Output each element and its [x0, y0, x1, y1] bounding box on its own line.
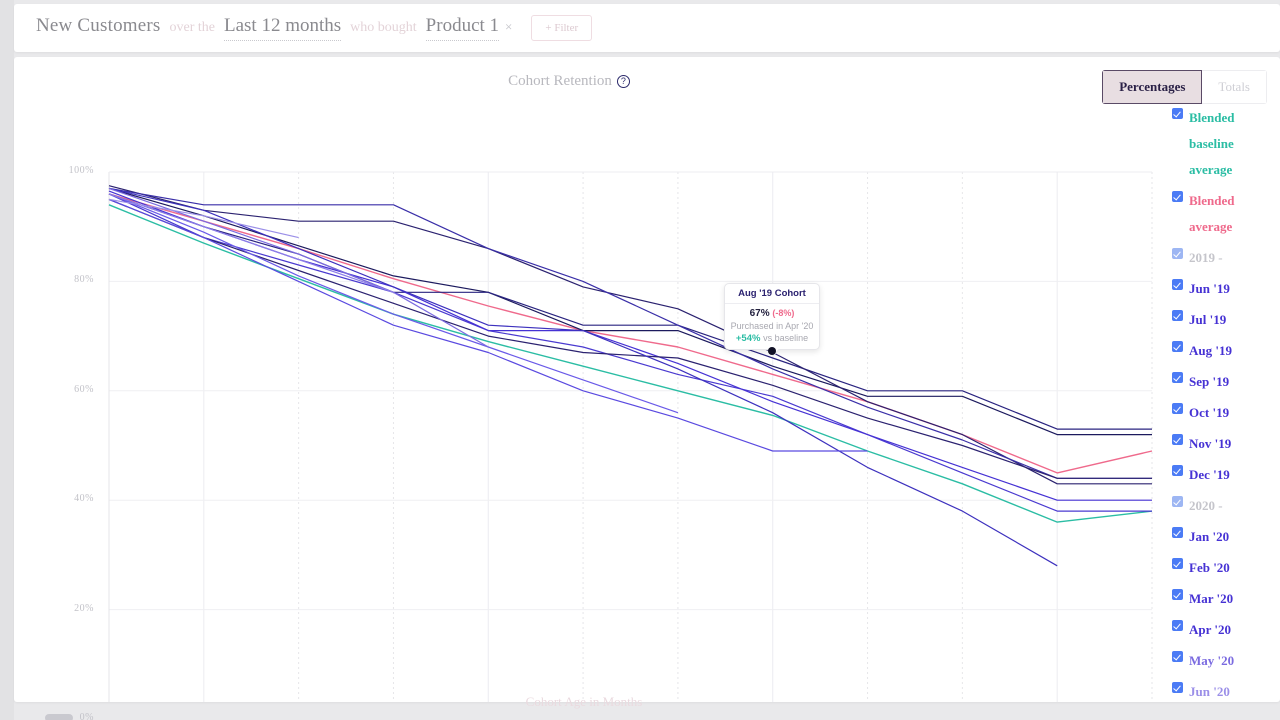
legend-label: Mar '20 — [1189, 591, 1234, 606]
legend-item-dec-19[interactable]: Dec '19 — [1172, 462, 1280, 488]
legend-label: Aug '19 — [1189, 343, 1232, 358]
tooltip-baseline-row: +54% vs baseline — [728, 333, 816, 344]
legend-checkbox[interactable] — [1172, 434, 1183, 445]
legend-label: May '20 — [1189, 653, 1235, 668]
legend-label: Sep '19 — [1189, 374, 1230, 389]
tooltip-value: 67% — [749, 308, 770, 319]
tooltip-value-row: 67% (-8%) — [728, 308, 816, 319]
x-axis-title: Cohort Age in Months — [525, 694, 643, 709]
legend-checkbox[interactable] — [1172, 558, 1183, 569]
legend-item-oct-19[interactable]: Oct '19 — [1172, 400, 1280, 426]
legend-checkbox[interactable] — [1172, 108, 1183, 119]
left-rail — [0, 0, 14, 720]
y-axis-tick: 100% — [68, 165, 94, 176]
legend-label: Oct '19 — [1189, 405, 1230, 420]
legend-item-2019[interactable]: 2019 - — [1172, 245, 1280, 271]
legend-label: 2019 - — [1189, 250, 1223, 265]
legend-checkbox[interactable] — [1172, 527, 1183, 538]
tooltip-anchor-dot — [768, 347, 776, 355]
legend-item-may-20[interactable]: May '20 — [1172, 648, 1280, 674]
legend-label: Jun '19 — [1189, 281, 1230, 296]
legend-label: Jul '19 — [1189, 312, 1227, 327]
y-axis-tick: 60% — [74, 383, 94, 395]
legend-label: Apr '20 — [1189, 622, 1232, 637]
legend-checkbox[interactable] — [1172, 620, 1183, 631]
legend-item-sep-19[interactable]: Sep '19 — [1172, 369, 1280, 395]
query-connector-2: who bought — [350, 20, 417, 35]
legend-item-jan-20[interactable]: Jan '20 — [1172, 524, 1280, 550]
remove-product-icon[interactable]: × — [505, 19, 512, 35]
legend-checkbox[interactable] — [1172, 310, 1183, 321]
legend-item-feb-20[interactable]: Feb '20 — [1172, 555, 1280, 581]
y-axis-tick: 40% — [74, 493, 94, 505]
legend-item-aug-19[interactable]: Aug '19 — [1172, 338, 1280, 364]
legend-item-blended-baseline-average[interactable]: Blended baseline average — [1172, 105, 1280, 183]
app-root: New Customers over the Last 12 months wh… — [0, 0, 1280, 720]
legend-checkbox[interactable] — [1172, 682, 1183, 693]
legend-item-jun-20[interactable]: Jun '20 — [1172, 679, 1280, 705]
legend-label: Feb '20 — [1189, 560, 1230, 575]
tooltip-baseline-suffix: vs baseline — [763, 333, 809, 343]
add-filter-button[interactable]: + Filter — [531, 15, 593, 41]
legend-checkbox[interactable] — [1172, 403, 1183, 414]
legend-item-nov-19[interactable]: Nov '19 — [1172, 431, 1280, 457]
legend-label: Jun '20 — [1189, 684, 1230, 699]
tooltip-baseline-delta: +54% — [735, 333, 761, 344]
chart-card: Cohort Retention? Percentages Totals 0% 2… — [14, 57, 1280, 720]
legend-checkbox[interactable] — [1172, 589, 1183, 600]
legend-item-blended-average[interactable]: Blended average — [1172, 188, 1280, 240]
y-axis-tick: 80% — [74, 274, 94, 286]
chart-legend: Blended baseline average Blended average 2… — [1172, 105, 1280, 710]
tooltip-title: Aug '19 Cohort — [725, 284, 819, 304]
query-connector-1: over the — [169, 20, 215, 35]
cohort-tooltip: Aug '19 Cohort 67% (-8%) Purchased in Ap… — [724, 283, 820, 356]
legend-checkbox[interactable] — [1172, 341, 1183, 352]
legend-item-jun-19[interactable]: Jun '19 — [1172, 276, 1280, 302]
legend-label: 2020 - — [1189, 498, 1223, 513]
y-axis-tick: 20% — [74, 602, 94, 614]
legend-label: Jan '20 — [1189, 529, 1230, 544]
legend-checkbox[interactable] — [1172, 248, 1183, 259]
legend-item-apr-20[interactable]: Apr '20 — [1172, 617, 1280, 643]
legend-checkbox[interactable] — [1172, 191, 1183, 202]
legend-label: Blended average — [1189, 193, 1235, 234]
query-bar: New Customers over the Last 12 months wh… — [14, 4, 1280, 52]
legend-checkbox[interactable] — [1172, 372, 1183, 383]
legend-item-jul-19[interactable]: Jul '19 — [1172, 307, 1280, 333]
product-selector[interactable]: Product 1 — [425, 15, 500, 41]
segment-label[interactable]: New Customers — [36, 15, 161, 37]
retention-line-chart — [108, 171, 1153, 702]
legend-label: Nov '19 — [1189, 436, 1232, 451]
legend-label: Dec '19 — [1189, 467, 1230, 482]
legend-checkbox[interactable] — [1172, 279, 1183, 290]
legend-checkbox[interactable] — [1172, 465, 1183, 476]
tooltip-delta: (-8%) — [772, 308, 795, 318]
timeframe-selector[interactable]: Last 12 months — [224, 15, 342, 41]
legend-checkbox[interactable] — [1172, 651, 1183, 662]
legend-item-mar-20[interactable]: Mar '20 — [1172, 586, 1280, 612]
bottom-handle[interactable] — [45, 714, 73, 720]
legend-item-2020[interactable]: 2020 - — [1172, 493, 1280, 519]
plot-area: 0%20%40%60%80%100%36912 Cohort Age in Mo… — [14, 57, 1280, 720]
legend-label: Blended baseline average — [1189, 110, 1235, 177]
legend-checkbox[interactable] — [1172, 496, 1183, 507]
tooltip-purchased: Purchased in Apr '20 — [730, 321, 814, 331]
